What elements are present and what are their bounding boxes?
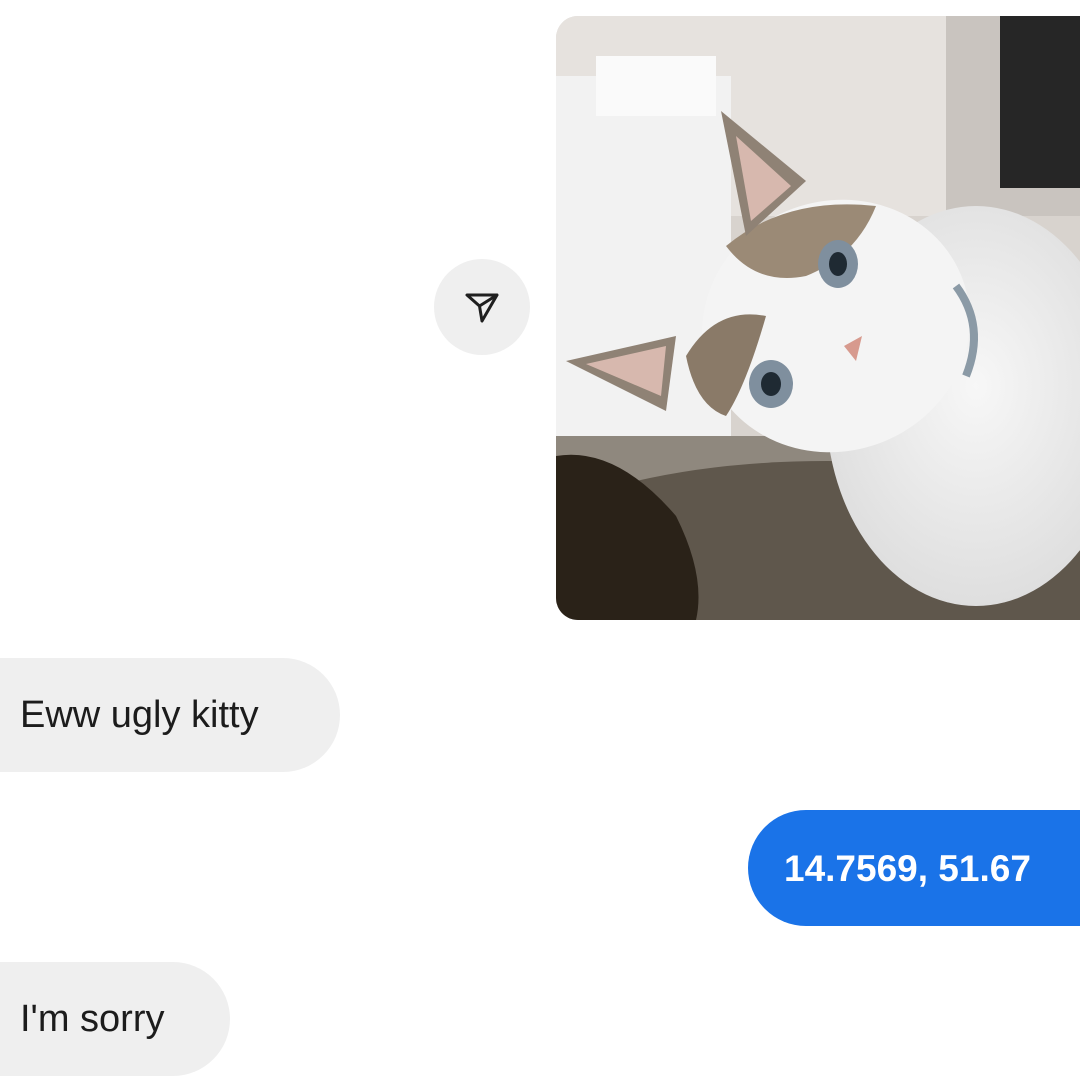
message-text: 14.7569, 51.67 <box>784 847 1031 889</box>
photo-message[interactable] <box>556 16 1080 620</box>
forward-button[interactable] <box>434 259 530 355</box>
message-text: Eww ugly kitty <box>20 694 259 736</box>
send-forward-icon <box>465 293 499 323</box>
message-text: I'm sorry <box>20 998 165 1040</box>
incoming-message-bubble[interactable]: Eww ugly kitty <box>0 658 340 772</box>
incoming-message-bubble[interactable]: I'm sorry <box>0 962 230 1076</box>
cat-photo <box>556 16 1080 620</box>
outgoing-message-bubble[interactable]: 14.7569, 51.67 <box>748 810 1080 926</box>
chat-thread: Eww ugly kitty 14.7569, 51.67 I'm sorry <box>0 0 1080 1080</box>
